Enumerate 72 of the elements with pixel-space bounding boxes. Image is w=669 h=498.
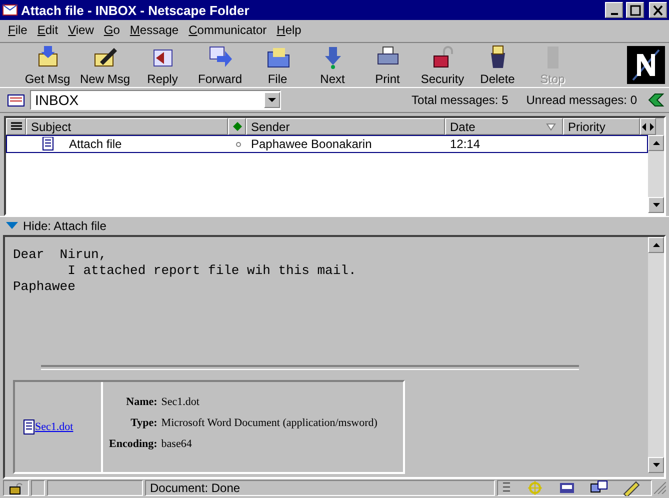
menu-icon — [11, 122, 22, 131]
menu-item[interactable]: Communicator — [184, 23, 272, 37]
field-label: Name: — [125, 396, 158, 408]
toolbar-button[interactable]: Security — [415, 44, 470, 86]
down-arrow-icon — [652, 203, 660, 207]
subject-cell: Attach file — [69, 137, 122, 151]
status-message: Document: Done — [145, 480, 495, 496]
field-label: Encoding: — [109, 438, 158, 450]
n-logo-icon[interactable] — [627, 46, 665, 84]
diamond-icon — [233, 122, 242, 131]
down-arrow-icon — [652, 463, 660, 467]
scrollbar[interactable] — [648, 237, 664, 473]
preview-toggle[interactable]: Hide: Attach file — [23, 219, 106, 233]
field-value: Microsoft Word Document (application/msword) — [161, 417, 378, 429]
flag-column-header[interactable] — [228, 118, 246, 135]
mail-app-icon — [2, 2, 18, 18]
toolbar-button[interactable]: Reply — [135, 44, 190, 86]
status-cell — [31, 480, 45, 496]
toolbar-button[interactable]: Delete — [470, 44, 525, 86]
column-header[interactable]: Subject — [26, 118, 228, 135]
sort-icon — [546, 122, 556, 130]
column-header[interactable]: Date — [445, 118, 563, 135]
message-row[interactable]: Attach file Paphawee Boonakarin 12:14 — [6, 135, 648, 153]
menu-item[interactable]: Message — [124, 23, 184, 37]
up-arrow-icon — [652, 141, 660, 145]
scrollbar[interactable] — [648, 135, 664, 213]
field-value: base64 — [161, 438, 193, 450]
folder-dropdown[interactable]: INBOX — [30, 90, 281, 110]
menu-item[interactable]: Edit — [32, 23, 64, 37]
toolbar-button[interactable]: Forward — [190, 44, 250, 86]
sender-cell-text: Paphawee Boonakarin — [250, 137, 373, 151]
up-arrow-icon — [652, 243, 660, 247]
scroll-down-button[interactable] — [648, 457, 664, 473]
maximize-button[interactable] — [626, 2, 644, 18]
resize-grip-icon — [654, 482, 666, 494]
document-icon — [23, 419, 35, 435]
caret-icon — [268, 98, 276, 102]
toolbar-button[interactable]: Get Msg — [20, 44, 75, 86]
maximize-icon — [629, 4, 641, 16]
compass-icon[interactable] — [526, 480, 544, 496]
toolbar-button[interactable]: Print — [360, 44, 415, 86]
column-menu-button[interactable] — [6, 118, 26, 135]
close-icon — [652, 4, 664, 16]
field-value: Sec1.dot — [161, 396, 200, 408]
minimize-icon — [610, 13, 618, 15]
left-right-arrows-icon — [642, 122, 654, 130]
triangle-icon — [6, 222, 18, 230]
menu-item[interactable]: File — [3, 23, 32, 37]
scroll-columns-button[interactable] — [640, 118, 656, 135]
pen-icon[interactable] — [622, 480, 640, 496]
toolbar-button[interactable]: File — [250, 44, 305, 86]
scroll-up-button[interactable] — [648, 237, 664, 253]
close-button[interactable] — [649, 2, 667, 18]
unread-count: Unread messages: 0 — [526, 93, 637, 107]
column-header[interactable]: Sender — [246, 118, 445, 135]
column-header[interactable]: Priority — [563, 118, 640, 135]
toolbar-button[interactable]: Next — [305, 44, 360, 86]
minimize-button[interactable] — [605, 2, 623, 18]
scroll-down-button[interactable] — [648, 197, 664, 213]
attachment-link[interactable]: Sec1.dot — [35, 421, 74, 433]
toolbar-button[interactable]: New Msg — [75, 44, 135, 86]
date-cell-text: 12:14 — [449, 137, 482, 151]
menu-item[interactable]: Help — [272, 23, 306, 37]
total-count: Total messages: 5 — [412, 93, 508, 107]
field-label: Type: — [130, 417, 158, 429]
scroll-up-button[interactable] — [648, 135, 664, 151]
menu-item[interactable]: View — [63, 23, 99, 37]
menu-item[interactable]: Go — [98, 23, 125, 37]
window-title: Attach file - INBOX - Netscape Folder — [21, 2, 250, 18]
dot-icon — [236, 142, 240, 146]
message-body: Dear Nirun, I attached report file wih this mail. Paphawee — [13, 247, 358, 295]
online-icon — [647, 92, 665, 108]
